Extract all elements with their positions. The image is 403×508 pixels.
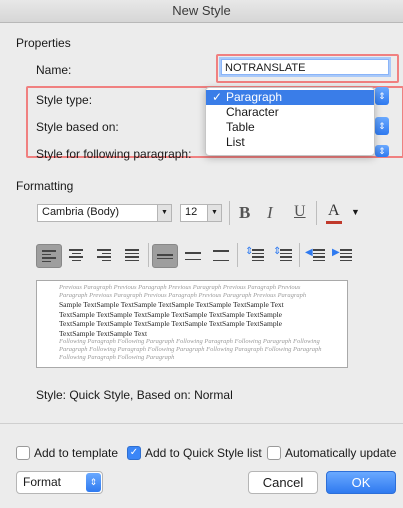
divider <box>237 243 238 267</box>
following-paragraph-label: Style for following paragraph: <box>36 147 192 161</box>
align-center-icon <box>69 247 83 263</box>
align-center-button[interactable] <box>64 244 88 266</box>
single-spacing-button[interactable] <box>152 244 178 268</box>
style-preview: Previous Paragraph Previous Paragraph Pr… <box>36 280 348 368</box>
chevron-down-icon[interactable]: ▼ <box>157 205 171 221</box>
name-label: Name: <box>36 63 72 77</box>
divider <box>299 243 300 267</box>
double-spacing-icon <box>213 248 229 263</box>
divider <box>316 201 317 225</box>
increase-indent-button[interactable]: ▶ <box>331 244 355 266</box>
automatically-update-label: Automatically update <box>285 446 397 460</box>
font-color-swatch <box>326 221 342 224</box>
style-based-on-stepper[interactable]: ⇕ <box>375 117 389 135</box>
style-based-on-label: Style based on: <box>36 120 119 134</box>
align-right-icon <box>97 247 111 263</box>
add-to-template-checkbox[interactable] <box>16 446 30 460</box>
add-to-quick-style-label: Add to Quick Style list <box>145 446 262 460</box>
format-popup-button[interactable]: Format ⇕ <box>16 471 103 494</box>
chevron-up-down-icon: ⇕ <box>378 91 386 101</box>
style-description: Style: Quick Style, Based on: Normal <box>36 388 233 402</box>
following-paragraph-stepper[interactable]: ⇕ <box>375 145 389 157</box>
font-color-icon: A <box>328 202 340 219</box>
decrease-indent-button[interactable]: ◀ <box>304 244 328 266</box>
double-spacing-button[interactable] <box>209 244 233 266</box>
check-icon: ✓ <box>212 90 223 104</box>
space-before-button[interactable]: ⇕ <box>243 244 267 266</box>
preview-following-paragraph: Following Paragraph Following Paragraph … <box>59 338 322 361</box>
add-to-quick-style-checkbox[interactable]: ✓ <box>127 446 141 460</box>
italic-button[interactable]: I <box>267 203 273 223</box>
add-to-template-label: Add to template <box>34 446 119 460</box>
underline-button[interactable]: U <box>294 203 306 221</box>
align-left-button[interactable] <box>36 244 62 268</box>
align-right-button[interactable] <box>92 244 116 266</box>
decrease-indent-icon <box>313 247 325 263</box>
chevron-down-icon[interactable]: ▼ <box>207 205 221 221</box>
font-color-button[interactable]: A <box>325 202 343 224</box>
menu-item-table[interactable]: Table <box>206 120 374 135</box>
one-half-spacing-icon <box>185 250 201 262</box>
bold-button[interactable]: B <box>239 203 250 223</box>
menu-item-character[interactable]: Character <box>206 105 374 120</box>
properties-heading: Properties <box>16 36 71 50</box>
font-name-combo[interactable]: Cambria (Body) ▼ <box>37 204 172 222</box>
window-title: New Style <box>0 0 403 23</box>
space-after-icon <box>280 247 292 263</box>
style-type-menu[interactable]: ✓ Paragraph Character Table List <box>205 87 375 156</box>
style-type-label: Style type: <box>36 93 93 107</box>
space-before-icon <box>252 247 264 263</box>
cancel-button[interactable]: Cancel <box>248 471 318 494</box>
font-size-combo[interactable]: 12 ▼ <box>180 204 222 222</box>
menu-item-list[interactable]: List <box>206 135 374 150</box>
formatting-heading: Formatting <box>16 179 74 193</box>
chevron-down-icon[interactable]: ▼ <box>351 207 360 217</box>
single-spacing-icon <box>157 252 173 261</box>
name-field[interactable]: NOTRANSLATE <box>221 59 389 75</box>
divider <box>148 243 149 267</box>
divider <box>229 201 230 225</box>
align-left-icon <box>42 248 56 264</box>
justify-icon <box>125 247 139 263</box>
space-after-button[interactable]: ⇕ <box>271 244 295 266</box>
style-type-stepper[interactable]: ⇕ <box>375 87 389 105</box>
chevron-up-down-icon: ⇕ <box>86 473 101 492</box>
justify-button[interactable] <box>120 244 144 266</box>
check-icon: ✓ <box>129 447 139 458</box>
one-half-spacing-button[interactable] <box>181 244 205 266</box>
preview-sample-text: Sample TextSample TextSample TextSample … <box>59 300 284 338</box>
menu-item-paragraph[interactable]: ✓ Paragraph <box>206 90 374 105</box>
chevron-up-down-icon: ⇕ <box>378 121 386 131</box>
preview-previous-paragraph: Previous Paragraph Previous Paragraph Pr… <box>59 284 307 299</box>
ok-button[interactable]: OK <box>326 471 396 494</box>
automatically-update-checkbox[interactable] <box>267 446 281 460</box>
chevron-up-down-icon: ⇕ <box>378 146 386 156</box>
divider <box>0 423 403 424</box>
increase-indent-icon <box>340 247 352 263</box>
